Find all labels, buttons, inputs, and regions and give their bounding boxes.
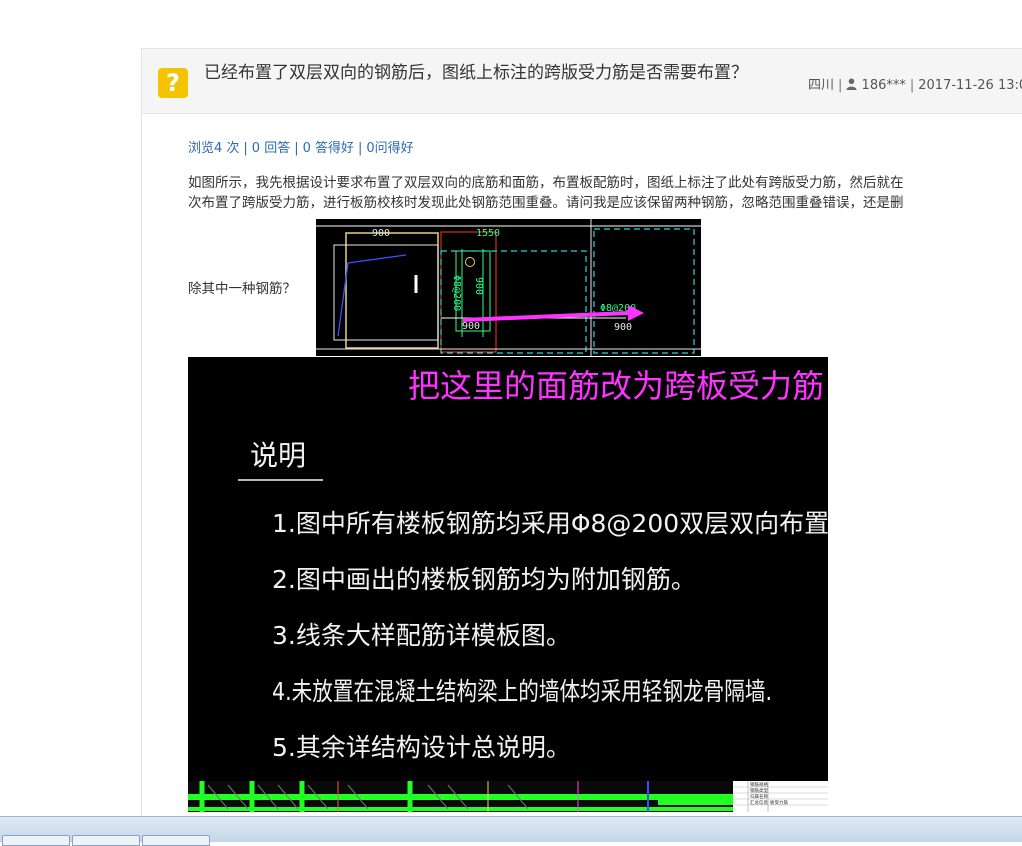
drawing-bottom-strip — [188, 781, 733, 812]
question-title: 已经布置了双层双向的钢筋后，图纸上标注的跨版受力筋是否需要布置？ — [204, 63, 748, 83]
dim-900-bottom: 900 — [462, 321, 480, 332]
windows-taskbar — [0, 816, 1022, 846]
post-date: 2017-11-26 13:0 — [918, 78, 1022, 93]
svg-text:板受力筋: 板受力筋 — [770, 799, 788, 806]
svg-text:汇总信息: 汇总信息 — [750, 799, 768, 806]
dim-900-vertical: 900 — [473, 277, 484, 295]
good-answers-count: 0 答得好 — [302, 141, 354, 156]
note-2: 2.图中画出的楼板钢筋均为附加钢筋。 — [272, 565, 696, 594]
note-4: 4.未放置在混凝土结构梁上的墙体均采用轻钢龙骨隔墙. — [272, 677, 772, 706]
user-name[interactable]: 186*** — [862, 78, 906, 93]
dim-1550: 1550 — [476, 228, 500, 239]
good-question-count: 0问得好 — [366, 141, 414, 156]
question-mark-icon: ? — [158, 68, 188, 98]
svg-text:归属名称: 归属名称 — [750, 793, 768, 800]
question-body: 如图所示，我先根据设计要求布置了双层双向的底筋和面筋，布置板配筋时，图纸上标注了… — [188, 173, 1022, 213]
svg-text:钢筋类型: 钢筋类型 — [750, 787, 768, 794]
user-icon — [846, 78, 857, 90]
location-text: 四川 — [808, 78, 835, 93]
note-5: 5.其余详结构设计总说明。 — [272, 733, 571, 762]
body-line-3: 除其中一种钢筋？ — [188, 281, 296, 297]
notes-heading: 说明 — [250, 439, 306, 472]
views-count: 浏览4 次 — [188, 141, 240, 156]
question-meta: 四川 | 186*** | 2017-11-26 13:0 — [808, 74, 1022, 93]
body-line-1: 如图所示，我先根据设计要求布置了双层双向的底筋和面筋，布置板配筋时，图纸上标注了… — [188, 175, 904, 191]
rebar-label-left: Φ8@200 — [451, 275, 462, 311]
answers-count[interactable]: 0 回答 — [252, 141, 290, 156]
dim-900-top: 900 — [372, 228, 390, 239]
dim-900-right: 900 — [614, 322, 632, 333]
note-1: 1.图中所有楼板钢筋均采用Φ8@200双层双向布置。 — [272, 509, 828, 538]
svg-text:钢筋规格: 钢筋规格 — [750, 781, 768, 788]
question-header: ? 已经布置了双层双向的钢筋后，图纸上标注的跨版受力筋是否需要布置？ 四川 | 1… — [142, 49, 1022, 114]
question-stats: 浏览4 次 | 0 回答 | 0 答得好 | 0问得好 — [188, 141, 414, 156]
note-3: 3.线条大样配筋详模板图。 — [272, 621, 571, 650]
cad-drawing-image-2[interactable]: 把这里的面筋改为跨板受力筋 说明 1.图中所有楼板钢筋均采用Φ8@200双层双向… — [188, 357, 828, 812]
question-card: ? 已经布置了双层双向的钢筋后，图纸上标注的跨版受力筋是否需要布置？ 四川 | 1… — [141, 48, 1022, 817]
annotation-text: 把这里的面筋改为跨板受力筋 — [408, 367, 824, 405]
cad-drawing-image-1[interactable]: 900 1550 Φ8@200 900 900 Φ8@200 900 — [316, 219, 701, 356]
body-line-2: 次布置了跨版受力筋，进行板筋校核时发现此处钢筋范围重叠。请问我是应该保留两种钢筋… — [188, 195, 904, 211]
quantity-table: 钢筋规格 钢筋类型 归属名称 汇总信息 板受力筋 — [733, 781, 828, 812]
